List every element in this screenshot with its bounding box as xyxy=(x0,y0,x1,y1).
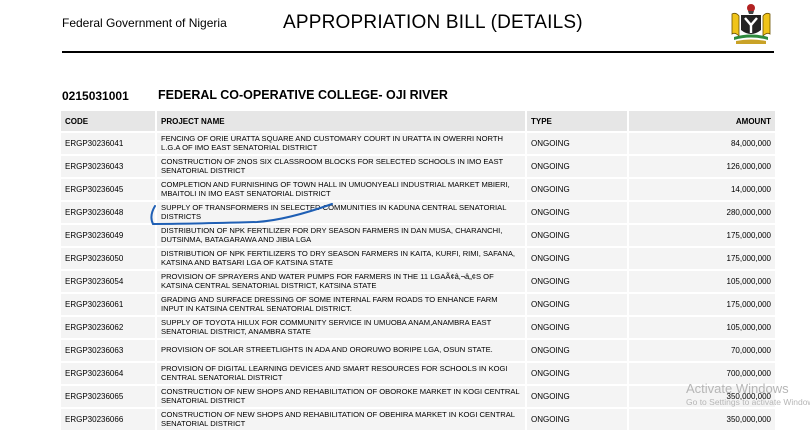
row-amount: 105,000,000 xyxy=(627,271,775,292)
row-type: ONGOING xyxy=(525,179,627,200)
row-code: ERGP30236065 xyxy=(61,386,155,407)
row-type: ONGOING xyxy=(525,133,627,154)
row-code: ERGP30236066 xyxy=(61,409,155,430)
row-type: ONGOING xyxy=(525,363,627,384)
row-project: CONSTRUCTION OF 2NOS SIX CLASSROOM BLOCK… xyxy=(155,156,525,177)
row-project: PROVISION OF SOLAR STREETLIGHTS IN ADA A… xyxy=(155,340,525,361)
section-name: FEDERAL CO-OPERATIVE COLLEGE- OJI RIVER xyxy=(158,88,448,102)
row-amount: 84,000,000 xyxy=(627,133,775,154)
row-code: ERGP30236063 xyxy=(61,340,155,361)
row-code: ERGP30236043 xyxy=(61,156,155,177)
row-amount: 126,000,000 xyxy=(627,156,775,177)
row-project: GRADING AND SURFACE DRESSING OF SOME INT… xyxy=(155,294,525,315)
table-row: ERGP30236064 PROVISION OF DIGITAL LEARNI… xyxy=(61,363,775,384)
row-type: ONGOING xyxy=(525,409,627,430)
page-title: APPROPRIATION BILL (DETAILS) xyxy=(283,12,583,33)
column-header-code: CODE xyxy=(61,111,155,131)
row-code: ERGP30236048 xyxy=(61,202,155,223)
row-amount: 175,000,000 xyxy=(627,248,775,269)
table-row: ERGP30236050 DISTRIBUTION OF NPK FERTILI… xyxy=(61,248,775,269)
row-code: ERGP30236054 xyxy=(61,271,155,292)
coat-of-arms-icon xyxy=(731,4,771,44)
section-code: 0215031001 xyxy=(62,89,129,103)
row-project: DISTRIBUTION OF NPK FERTILIZER FOR DRY S… xyxy=(155,225,525,246)
row-project: SUPPLY OF TRANSFORMERS IN SELECTED COMMU… xyxy=(155,202,525,223)
row-amount: 175,000,000 xyxy=(627,294,775,315)
watermark-line-1: Activate Windows xyxy=(686,381,789,396)
table-row: ERGP30236041 FENCING OF ORIE URATTA SQUA… xyxy=(61,133,775,154)
watermark-line-2: Go to Settings to activate Windows. xyxy=(686,397,810,407)
appropriation-table: CODE PROJECT NAME TYPE AMOUNT ERGP302360… xyxy=(61,109,775,432)
row-project: FENCING OF ORIE URATTA SQUARE AND CUSTOM… xyxy=(155,133,525,154)
row-project: DISTRIBUTION OF NPK FERTILIZERS TO DRY S… xyxy=(155,248,525,269)
row-code: ERGP30236064 xyxy=(61,363,155,384)
row-type: ONGOING xyxy=(525,317,627,338)
table-row: ERGP30236063 PROVISION OF SOLAR STREETLI… xyxy=(61,340,775,361)
row-type: ONGOING xyxy=(525,340,627,361)
row-amount: 70,000,000 xyxy=(627,340,775,361)
row-type: ONGOING xyxy=(525,386,627,407)
row-amount: 175,000,000 xyxy=(627,225,775,246)
row-project: PROVISION OF DIGITAL LEARNING DEVICES AN… xyxy=(155,363,525,384)
column-header-amount: AMOUNT xyxy=(627,111,775,131)
row-amount: 14,000,000 xyxy=(627,179,775,200)
header-rule xyxy=(62,51,774,53)
table-row: ERGP30236065 CONSTRUCTION OF NEW SHOPS A… xyxy=(61,386,775,407)
header-org: Federal Government of Nigeria xyxy=(62,16,227,30)
row-project: COMPLETION AND FURNISHING OF TOWN HALL I… xyxy=(155,179,525,200)
table-row: ERGP30236062 SUPPLY OF TOYOTA HILUX FOR … xyxy=(61,317,775,338)
row-project: PROVISION OF SPRAYERS AND WATER PUMPS FO… xyxy=(155,271,525,292)
row-amount: 350,000,000 xyxy=(627,409,775,430)
row-type: ONGOING xyxy=(525,294,627,315)
table-header-row: CODE PROJECT NAME TYPE AMOUNT xyxy=(61,111,775,131)
row-code: ERGP30236061 xyxy=(61,294,155,315)
row-amount: 280,000,000 xyxy=(627,202,775,223)
table-row: ERGP30236048 SUPPLY OF TRANSFORMERS IN S… xyxy=(61,202,775,223)
table-body: ERGP30236041 FENCING OF ORIE URATTA SQUA… xyxy=(61,133,775,430)
row-amount: 105,000,000 xyxy=(627,317,775,338)
column-header-project: PROJECT NAME xyxy=(155,111,525,131)
row-type: ONGOING xyxy=(525,225,627,246)
row-type: ONGOING xyxy=(525,202,627,223)
table-row: ERGP30236045 COMPLETION AND FURNISHING O… xyxy=(61,179,775,200)
row-code: ERGP30236050 xyxy=(61,248,155,269)
row-project: SUPPLY OF TOYOTA HILUX FOR COMMUNITY SER… xyxy=(155,317,525,338)
activation-watermark: Activate Windows Go to Settings to activ… xyxy=(686,381,810,407)
table-row: ERGP30236049 DISTRIBUTION OF NPK FERTILI… xyxy=(61,225,775,246)
table-row: ERGP30236061 GRADING AND SURFACE DRESSIN… xyxy=(61,294,775,315)
table-row: ERGP30236054 PROVISION OF SPRAYERS AND W… xyxy=(61,271,775,292)
row-type: ONGOING xyxy=(525,156,627,177)
column-header-type: TYPE xyxy=(525,111,627,131)
row-project: CONSTRUCTION OF NEW SHOPS AND REHABILITA… xyxy=(155,409,525,430)
row-code: ERGP30236049 xyxy=(61,225,155,246)
table-row: ERGP30236043 CONSTRUCTION OF 2NOS SIX CL… xyxy=(61,156,775,177)
table-row: ERGP30236066 CONSTRUCTION OF NEW SHOPS A… xyxy=(61,409,775,430)
row-project: CONSTRUCTION OF NEW SHOPS AND REHABILITA… xyxy=(155,386,525,407)
row-type: ONGOING xyxy=(525,248,627,269)
row-code: ERGP30236041 xyxy=(61,133,155,154)
row-type: ONGOING xyxy=(525,271,627,292)
row-code: ERGP30236062 xyxy=(61,317,155,338)
row-code: ERGP30236045 xyxy=(61,179,155,200)
